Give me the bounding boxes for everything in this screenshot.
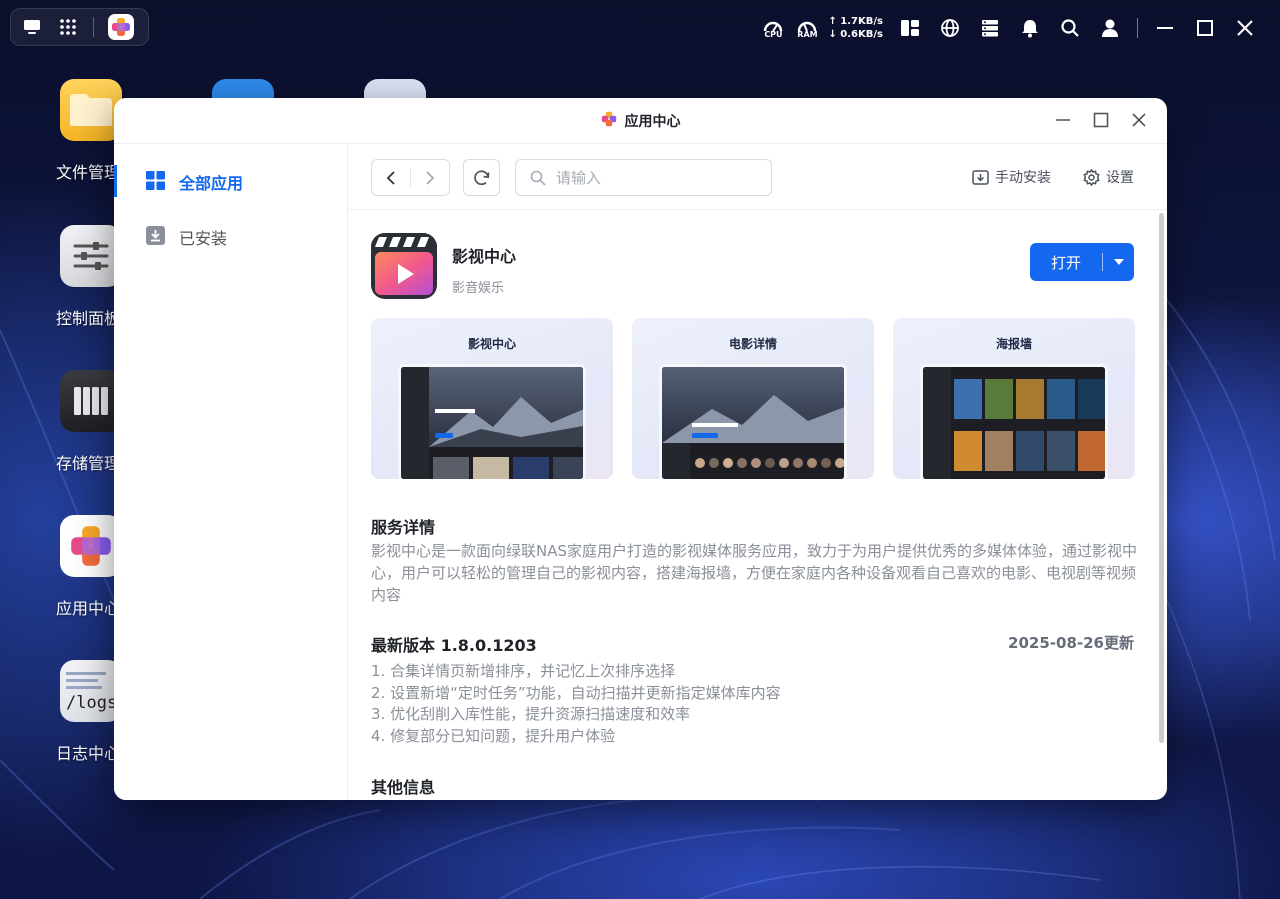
upload-speed: ↑ 1.7KB/s (828, 16, 883, 27)
other-info-title: 其他信息 (371, 778, 436, 797)
sidebar-active-indicator (114, 165, 117, 197)
forward-button[interactable] (411, 160, 449, 195)
release-note-item: 4. 修复部分已知问题，提升用户体验 (371, 726, 616, 745)
settings-label: 设置 (1106, 170, 1134, 186)
app-launcher-icon[interactable] (57, 16, 79, 38)
history-nav (371, 159, 450, 196)
release-note-item: 1. 合集详情页新增排序，并记忆上次排序选择 (371, 662, 676, 680)
toolbar: 手动安装 设置 (348, 145, 1167, 210)
service-description: 影视中心是一款面向绿联NAS家庭用户打造的影视媒体服务应用，致力于为用户提供优秀… (371, 542, 1138, 604)
sidebar-item-all-apps[interactable]: 全部应用 (146, 170, 243, 194)
search-icon (530, 170, 546, 186)
tray-separator (1137, 18, 1138, 38)
screenshot-preview-poster-wall (920, 364, 1108, 479)
sidebar-item-label: 全部应用 (179, 174, 244, 193)
disk-array-icon (60, 370, 122, 432)
globe-icon[interactable] (937, 15, 963, 41)
download-speed: ↓ 0.6KB/s (828, 29, 883, 40)
refresh-icon (473, 169, 489, 185)
server-icon[interactable] (977, 15, 1003, 41)
release-notes: 1. 合集详情页新增排序，并记忆上次排序选择 2. 设置新增“定时任务”功能，自… (371, 661, 781, 747)
folder-icon (60, 79, 122, 141)
video-center-app-icon (371, 233, 437, 299)
screenshot-gallery: 影视中心 电影详情 海报墙 (371, 318, 1135, 479)
system-tray: CPU RAM ↑ 1.7KB/s ↓ 0.6KB/s (760, 14, 1258, 42)
user-icon[interactable] (1097, 15, 1123, 41)
maximize-icon[interactable] (1192, 15, 1218, 41)
dock-separator (93, 17, 94, 37)
app-center-icon (60, 515, 122, 577)
sidebar: 全部应用 已安装 (114, 145, 348, 800)
network-speed: ↑ 1.7KB/s ↓ 0.6KB/s (828, 15, 883, 41)
logs-icon: /logs (60, 660, 122, 722)
open-button[interactable]: 打开 (1030, 243, 1134, 281)
show-desktop-icon[interactable] (21, 16, 43, 38)
app-center-logo-icon (601, 111, 617, 131)
screenshot-preview-home (398, 364, 586, 479)
caret-down-icon (1113, 259, 1124, 265)
version-title: 最新版本 1.8.0.1203 (371, 636, 537, 655)
widgets-icon[interactable] (897, 15, 923, 41)
refresh-button[interactable] (463, 159, 500, 196)
app-category: 影音娱乐 (452, 281, 505, 296)
sidebar-item-installed[interactable]: 已安装 (146, 225, 227, 249)
version-date: 2025-08-26更新 (1008, 634, 1134, 652)
app-name: 影视中心 (452, 247, 517, 266)
cpu-label: CPU (764, 29, 783, 39)
window-titlebar[interactable]: 应用中心 (114, 98, 1167, 144)
download-box-icon (146, 225, 165, 249)
release-note-item: 2. 设置新增“定时任务”功能，自动扫描并更新指定媒体库内容 (371, 683, 781, 702)
close-icon[interactable] (1232, 15, 1258, 41)
manual-install-label: 手动安装 (995, 170, 1051, 186)
search-icon[interactable] (1057, 15, 1083, 41)
app-header: 影视中心 影音娱乐 (371, 233, 516, 299)
app-detail-content: 影视中心 影音娱乐 打开 影视中心 电影详情 海报墙 服务详情 影视中心是一款面… (348, 211, 1167, 800)
screenshot-preview-movie-detail (659, 364, 847, 479)
screenshot-card[interactable]: 海报墙 (893, 318, 1135, 479)
window-controls (1053, 110, 1149, 130)
open-button-label: 打开 (1050, 253, 1081, 272)
search-input[interactable] (556, 168, 756, 187)
chevron-left-icon (386, 170, 395, 185)
install-icon (972, 169, 989, 185)
scrollbar[interactable] (1159, 213, 1164, 743)
window-title: 应用中心 (624, 113, 681, 130)
logs-icon-text: /logs (66, 692, 118, 713)
bell-icon[interactable] (1017, 15, 1043, 41)
app-center-window: 应用中心 全部应用 已安装 请输入 手动安装 设置 影视中心 影音娱乐 打开 影… (114, 98, 1167, 800)
window-close-icon[interactable] (1129, 110, 1149, 130)
settings-button[interactable]: 设置 (1083, 167, 1134, 187)
back-button[interactable] (372, 160, 410, 195)
gear-icon (1083, 168, 1100, 186)
screenshot-title: 影视中心 (467, 337, 516, 351)
screenshot-title: 电影详情 (728, 337, 777, 351)
open-dropdown-toggle[interactable] (1103, 259, 1134, 265)
sidebar-item-label: 已安装 (179, 229, 228, 248)
screenshot-card[interactable]: 影视中心 (371, 318, 613, 479)
manual-install-button[interactable]: 手动安装 (972, 167, 1051, 187)
minimize-icon[interactable] (1152, 15, 1178, 41)
main-panel: 手动安装 设置 (348, 145, 1167, 800)
sliders-icon (60, 225, 122, 287)
screenshot-card[interactable]: 电影详情 (632, 318, 874, 479)
window-minimize-icon[interactable] (1053, 110, 1073, 130)
screenshot-title: 海报墙 (995, 337, 1032, 351)
taskbar-app-center-icon[interactable] (108, 14, 134, 40)
taskbar-left (10, 8, 149, 46)
window-maximize-icon[interactable] (1091, 110, 1111, 130)
search-box (515, 159, 772, 196)
grid-icon (146, 170, 165, 194)
service-section-title: 服务详情 (371, 518, 436, 537)
cpu-meter[interactable]: CPU (760, 18, 786, 39)
ram-meter[interactable]: RAM (794, 18, 820, 39)
release-note-item: 3. 优化刮削入库性能，提升资源扫描速度和效率 (371, 705, 691, 723)
chevron-right-icon (426, 170, 435, 185)
ram-label: RAM (797, 29, 818, 39)
